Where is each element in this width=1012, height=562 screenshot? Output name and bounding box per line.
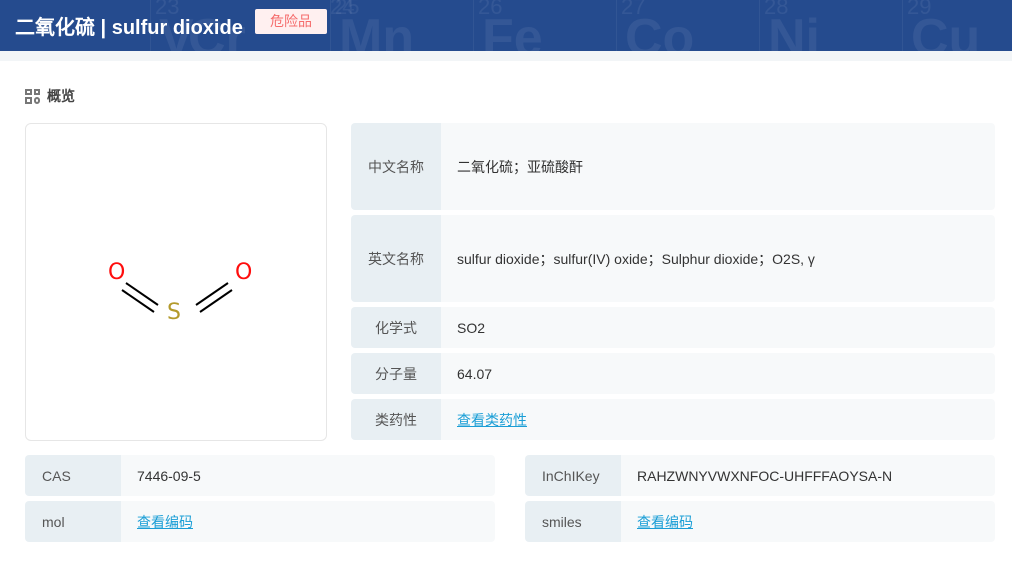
view-mol-link[interactable]: 查看编码 (137, 512, 193, 532)
bg-element: 27 Co (616, 0, 759, 51)
prop-value: SO2 (441, 307, 995, 348)
id-value: 7446-09-5 (121, 455, 495, 496)
bond (199, 289, 233, 313)
page-title: 二氧化硫 | sulfur dioxide (15, 17, 243, 39)
prop-label: 英文名称 (351, 215, 441, 302)
prop-row: 类药性 查看类药性 (351, 399, 995, 440)
prop-label: 分子量 (351, 353, 441, 394)
prop-row: 英文名称 sulfur dioxide；sulfur(IV) oxide；Sul… (351, 215, 995, 302)
bg-element: 28 Ni (759, 0, 902, 51)
section-title: 概览 (47, 88, 75, 104)
hazard-badge: 危险品 (255, 9, 327, 34)
bg-element: 29 Cu (902, 0, 1012, 51)
bg-element: 26 Fe (473, 0, 616, 51)
id-label: mol (25, 501, 121, 542)
druglikeness-link[interactable]: 查看类药性 (457, 410, 527, 430)
id-row: mol 查看编码 (25, 501, 495, 542)
bond (121, 289, 155, 313)
structure-image: O S O (25, 123, 327, 441)
view-smiles-link[interactable]: 查看编码 (637, 512, 693, 532)
atom-s: S (167, 300, 181, 325)
id-label: CAS (25, 455, 121, 496)
id-label: smiles (525, 501, 621, 542)
id-label: InChIKey (525, 455, 621, 496)
id-row: InChIKey RAHZWNYVWXNFOC-UHFFFAOYSA-N (525, 455, 995, 496)
section-header: 概览 (25, 86, 75, 106)
id-row: CAS 7446-09-5 (25, 455, 495, 496)
prop-value: sulfur dioxide；sulfur(IV) oxide；Sulphur … (441, 215, 995, 302)
prop-label: 中文名称 (351, 123, 441, 210)
atom-o: O (235, 260, 252, 285)
prop-label: 化学式 (351, 307, 441, 348)
id-value: RAHZWNYVWXNFOC-UHFFFAOYSA-N (621, 455, 995, 496)
atom-o: O (108, 260, 125, 285)
prop-value: 二氧化硫；亚硫酸酐 (441, 123, 995, 210)
prop-row: 分子量 64.07 (351, 353, 995, 394)
prop-value: 64.07 (441, 353, 995, 394)
header: 23 V 24 Cr 25 Mn 26 Fe 27 Co 28 Ni 29 Cu 二氧化硫 |… (0, 0, 1012, 51)
id-row: smiles 查看编码 (525, 501, 995, 542)
bond (125, 282, 159, 306)
grid-icon (25, 88, 40, 104)
prop-row: 中文名称 二氧化硫；亚硫酸酐 (351, 123, 995, 210)
divider (0, 51, 1012, 61)
prop-label: 类药性 (351, 399, 441, 440)
molecule-drawing: O S O (108, 260, 252, 325)
bond (195, 282, 229, 306)
prop-row: 化学式 SO2 (351, 307, 995, 348)
bg-element: 25 Mn (330, 0, 473, 51)
